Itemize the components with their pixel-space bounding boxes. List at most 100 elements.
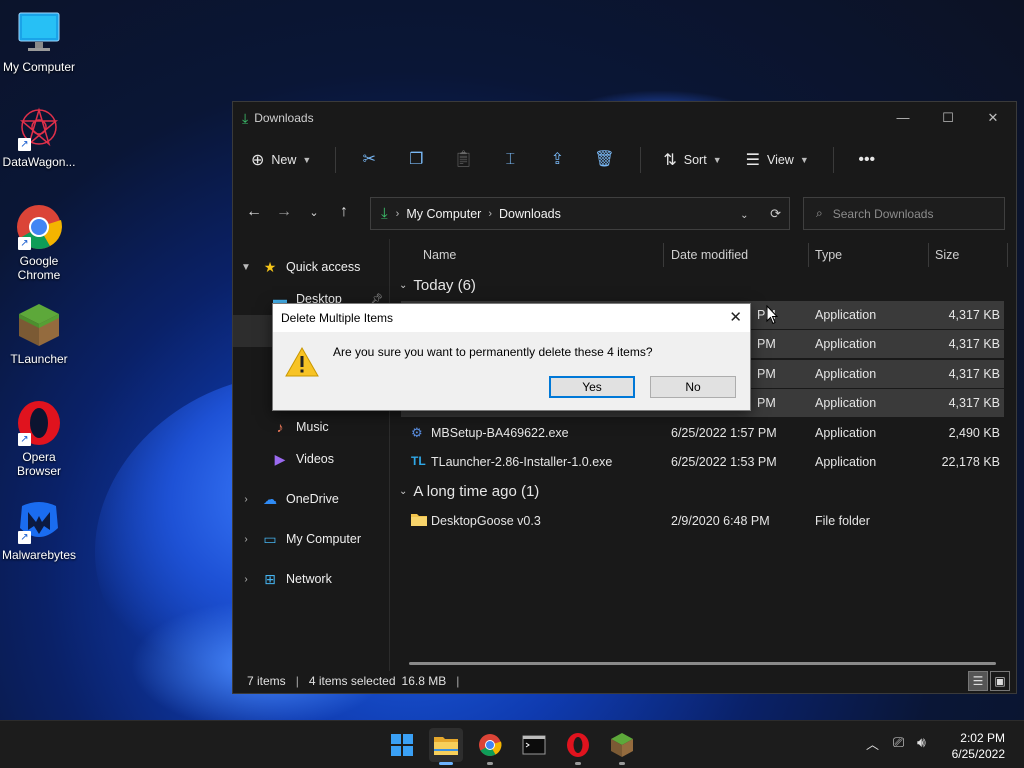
chevron-right-icon: › (488, 207, 493, 220)
address-bar[interactable]: ⤓ › My Computer › Downloads ⌄ ⟳ (370, 197, 790, 230)
desktop-icon-malwarebytes[interactable]: ↗ Malwarebytes (0, 498, 78, 562)
taskbar-terminal[interactable] (517, 728, 551, 762)
column-type[interactable]: Type (815, 248, 842, 262)
search-box[interactable]: ⌕ Search Downloads (803, 197, 1005, 230)
chevron-up-icon: ︿ (866, 737, 880, 752)
volume-button[interactable]: 🔊︎ (917, 734, 926, 751)
breadcrumb-downloads[interactable]: Downloads (499, 207, 561, 221)
cloud-icon: ☁ (263, 490, 277, 507)
toolbar-divider (640, 147, 642, 173)
sidebar-item-videos[interactable]: ▶ Videos (233, 443, 389, 475)
dialog-close-button[interactable]: ✕ (729, 308, 742, 326)
taskbar-tlauncher[interactable] (605, 728, 639, 765)
sort-arrows-icon: ⇅ (663, 152, 677, 169)
chevron-down-icon: ⌄ (399, 486, 408, 497)
address-controls: ⌄ ⟳ (740, 206, 781, 222)
selection-size: 16.8 MB (401, 674, 447, 688)
download-icon: ⤓ (242, 109, 249, 126)
group-header-today[interactable]: ⌄ Today (6) (391, 271, 1016, 299)
sidebar-item-onedrive[interactable]: › ☁ OneDrive (233, 483, 389, 515)
group-header-long-ago[interactable]: ⌄ A long time ago (1) (391, 478, 1016, 506)
column-divider[interactable] (1007, 243, 1008, 267)
column-name[interactable]: Name (423, 248, 456, 262)
clock-date: 6/25/2022 (951, 747, 1005, 761)
system-clock[interactable]: 2:02 PM 6/25/2022 (952, 730, 1005, 762)
search-icon: ⌕ (816, 206, 823, 220)
details-view-button[interactable]: ☰ (968, 671, 988, 691)
column-divider[interactable] (663, 243, 664, 267)
dialog-message: Are you sure you want to permanently del… (333, 345, 653, 359)
network-status-button[interactable]: ⎚ (893, 734, 904, 751)
search-placeholder: Search Downloads (832, 206, 934, 221)
dialog-body: Are you sure you want to permanently del… (273, 332, 750, 410)
forward-button[interactable]: → (269, 203, 299, 221)
desktop-icon-tlauncher[interactable]: TLauncher (0, 302, 78, 366)
delete-confirmation-dialog[interactable]: Delete Multiple Items ✕ Are you sure you… (272, 303, 751, 411)
share-button[interactable]: ⇪ (546, 149, 568, 171)
clock-time: 2:02 PM (960, 731, 1005, 745)
breadcrumb-my-computer[interactable]: My Computer (406, 207, 481, 221)
minimize-button[interactable]: — (883, 108, 923, 128)
maximize-button[interactable]: ☐ (928, 108, 968, 128)
chevron-down-icon: ⌄ (309, 206, 319, 219)
shortcut-arrow-icon: ↗ (18, 433, 31, 446)
mouse-cursor-icon (766, 305, 778, 325)
delete-button[interactable]: 🗑︎ (593, 149, 615, 171)
show-hidden-icons-button[interactable]: ︿ (866, 734, 879, 753)
dialog-titlebar[interactable]: Delete Multiple Items (273, 304, 750, 332)
desktop-icon-opera[interactable]: ↗ Opera Browser (0, 400, 78, 478)
copy-button[interactable]: ❐ (405, 149, 427, 171)
recent-locations-button[interactable]: ⌄ (299, 206, 329, 219)
taskbar-chrome[interactable] (473, 728, 507, 765)
terminal-icon (522, 735, 546, 755)
more-options-button[interactable]: ••• (856, 149, 878, 171)
sidebar-item-quick-access[interactable]: ▼ ★ Quick access (233, 251, 389, 283)
rename-button[interactable]: ⌶ (499, 149, 521, 171)
chevron-down-icon: ▼ (799, 155, 809, 165)
folder-icon (434, 737, 458, 755)
network-icon: ⊞ (264, 570, 276, 587)
column-size[interactable]: Size (935, 248, 959, 262)
rename-icon: ⌶ (505, 151, 516, 168)
music-icon: ♪ (276, 419, 284, 435)
close-icon: ✕ (729, 309, 742, 326)
back-button[interactable]: ← (239, 203, 269, 221)
tiles-view-button[interactable]: ▣ (990, 671, 1010, 691)
table-row[interactable]: ⚙ MBSetup-BA469622.exe 6/25/2022 1:57 PM… (401, 419, 1004, 447)
sort-button[interactable]: ⇅ Sort ▼ (663, 150, 721, 170)
no-button[interactable]: No (650, 376, 736, 398)
table-row[interactable]: DesktopGoose v0.3 2/9/2020 6:48 PM File … (401, 507, 1004, 535)
sidebar-item-music[interactable]: ♪ Music (233, 411, 389, 443)
close-window-button[interactable]: ✕ (973, 108, 1013, 128)
table-row[interactable]: TL TLauncher-2.86-Installer-1.0.exe 6/25… (401, 448, 1004, 476)
refresh-button[interactable]: ⟳ (770, 206, 781, 221)
taskbar-opera[interactable] (561, 728, 595, 765)
sidebar-item-my-computer[interactable]: › ▭ My Computer (233, 523, 389, 555)
chevron-down-icon: ▼ (302, 155, 312, 165)
tiles-view-icon: ▣ (994, 674, 1006, 688)
up-button[interactable]: ↑ (329, 203, 359, 221)
yes-button[interactable]: Yes (549, 376, 635, 398)
column-divider[interactable] (808, 243, 809, 267)
desktop-icon-datawagon[interactable]: ↗ DataWagon... (0, 105, 78, 169)
cut-button[interactable]: ✂ (358, 149, 380, 171)
horizontal-scrollbar[interactable] (409, 662, 996, 665)
chrome-icon (479, 734, 502, 756)
start-button[interactable] (385, 728, 419, 762)
address-history-button[interactable]: ⌄ (740, 210, 748, 221)
column-divider[interactable] (928, 243, 929, 267)
monitor-icon (16, 10, 62, 56)
paste-button[interactable]: 📋︎ (452, 149, 474, 171)
desktop-icon-chrome[interactable]: ↗ Google Chrome (0, 204, 78, 282)
new-button[interactable]: ⊕ New ▼ (251, 150, 311, 170)
column-date-modified[interactable]: Date modified (671, 248, 748, 262)
chevron-right-icon: › (244, 573, 248, 585)
desktop-icon-my-computer[interactable]: My Computer (0, 10, 78, 74)
tlauncher-file-icon: TL (411, 454, 426, 468)
sidebar-item-network[interactable]: › ⊞ Network (233, 563, 389, 595)
chevron-down-icon: ⌄ (399, 279, 408, 291)
taskbar-file-explorer[interactable] (429, 728, 463, 765)
chevron-right-icon: › (244, 533, 248, 545)
view-button[interactable]: ☰ View ▼ (746, 150, 809, 170)
folder-icon (411, 512, 427, 529)
